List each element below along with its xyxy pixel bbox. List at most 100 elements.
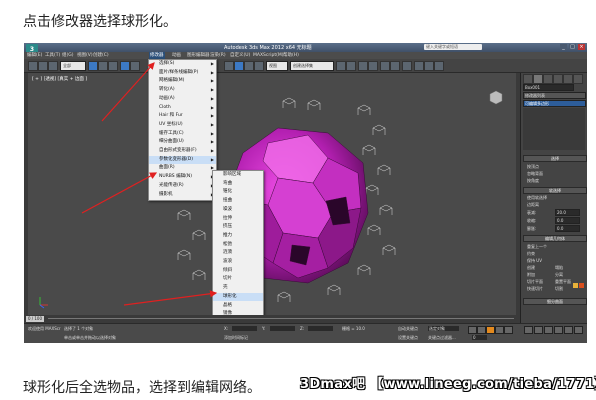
edit-geometry-rollout[interactable]: 编辑几何体 [523,235,587,242]
goto-start-icon[interactable] [468,326,477,334]
move-icon[interactable] [130,61,140,71]
zoom-extents-icon[interactable] [544,326,553,334]
parametric-menu-item[interactable]: 推力 [213,232,263,241]
graphite-icon[interactable] [368,61,378,71]
ignore-backfacing-checkbox[interactable]: 忽略背面 [527,171,543,177]
menu-11[interactable]: 帮助(H) [282,52,300,59]
prev-frame-icon[interactable] [477,326,486,334]
menu-0[interactable]: 编辑(E) [26,52,43,59]
window-crossing-icon[interactable] [120,61,130,71]
by-angle-checkbox[interactable]: 按角度 [527,178,539,184]
orbit-icon[interactable] [574,326,583,334]
key-filters-button[interactable]: 关键点过滤器... [428,335,456,341]
repeat-last-button[interactable]: 重复上一个 [527,244,547,250]
menu-2[interactable]: 组(G) [61,52,75,59]
modifiers-menu-item[interactable]: Cloth ▶ [149,104,216,113]
falloff-spinner[interactable]: 20.0 [555,209,580,216]
menu-4[interactable]: 创建(C) [92,52,110,59]
parametric-menu-item[interactable]: 壳 [213,284,263,293]
parametric-menu-item[interactable]: 倾斜 [213,267,263,276]
named-selection-dropdown[interactable]: 创建选择集 [290,61,334,71]
field-of-view-icon[interactable] [554,326,563,334]
soft-selection-rollout[interactable]: 软选择 [523,187,587,194]
snap-icon[interactable] [244,61,254,71]
parametric-menu-item[interactable]: 涟漪 [213,249,263,258]
align-icon[interactable] [346,61,356,71]
maxscript-listener[interactable]: 欢迎使用 MAXScr [28,326,61,332]
selected-set-dropdown[interactable]: 选定对象 [428,326,459,331]
parametric-menu-item[interactable]: 扭曲 [213,197,263,206]
minimize-button[interactable]: _ [560,44,567,50]
utilities-tab-icon[interactable] [573,74,583,84]
selection-rollout[interactable]: 选择 [523,155,587,162]
modifiers-menu-item[interactable]: 网格编辑(M) ▶ [149,77,216,86]
setkey-button[interactable]: 设置关键点 [398,335,418,341]
play-icon[interactable] [486,326,495,334]
autokey-button[interactable]: 自动关键点 [398,326,418,332]
cut-button[interactable]: 切割 [555,286,563,292]
color-swatch-yellow[interactable] [573,283,578,288]
pinch-spinner[interactable]: 0.0 [555,217,580,224]
parametric-menu-item[interactable]: 拉伸 [213,215,263,224]
menu-10[interactable]: MAXScript(M) [252,52,285,59]
menu-5[interactable]: 修改器 [149,52,165,59]
mirror-icon[interactable] [336,61,346,71]
quickslice-button[interactable]: 快速切片 [527,286,543,292]
modifiers-menu-item[interactable]: 摄影机▶ [149,191,216,200]
view-dropdown[interactable]: 视图 [266,61,288,71]
y-coord-field[interactable] [270,326,295,331]
maximize-button[interactable]: □ [569,44,576,50]
modifiers-menu-item[interactable]: 面片/样条线编辑(P) ▶ [149,69,216,78]
parametric-menu-item[interactable]: 球形化 [213,292,263,302]
menu-8[interactable]: 渲染(R) [209,52,227,59]
modifiers-menu-item[interactable]: 曲面(R) ▶ [149,164,216,173]
scale-icon[interactable] [234,61,244,71]
create-tab-icon[interactable] [523,74,533,84]
modifiers-menu-item[interactable]: NURBS 编辑(N)▶ [149,173,216,182]
rect-select-icon[interactable] [108,61,118,71]
angle-snap-icon[interactable] [254,61,264,71]
parametric-menu-item[interactable]: 松弛 [213,241,263,250]
select-by-name-icon[interactable] [98,61,108,71]
parametric-menu-item[interactable]: 影响区域 [213,171,263,180]
zoom-all-icon[interactable] [534,326,543,334]
zoom-icon[interactable] [524,326,533,334]
attach-button[interactable]: 附加 [527,272,535,278]
modifiers-menu-item[interactable]: 参数化变形器(D) ▶ [149,155,216,165]
render-setup-icon[interactable] [414,61,424,71]
motion-tab-icon[interactable] [553,74,563,84]
hierarchy-tab-icon[interactable] [543,74,553,84]
modifiers-menu-item[interactable]: 细分曲面(U) ▶ [149,138,216,147]
menu-3[interactable]: 视图(V) [76,52,94,59]
modifier-stack-item[interactable]: 可编辑多边形 [523,100,586,107]
modifiers-menu-item[interactable]: 自由形式变形器(F) ▶ [149,147,216,156]
subdivision-surface-rollout[interactable]: 细分曲面 [523,298,587,305]
parametric-menu-item[interactable]: 波浪 [213,258,263,267]
schematic-icon[interactable] [390,61,400,71]
modifiers-menu-item[interactable]: 转化(A) ▶ [149,86,216,95]
viewport-label[interactable]: [ + ] [透视] [真实 + 边面 ] [32,76,87,82]
parametric-menu-item[interactable]: 噪波 [213,206,263,215]
modifier-list-dropdown[interactable]: 修改器列表 [523,92,586,99]
bubble-spinner[interactable]: 0.0 [555,225,580,232]
add-time-tag-button[interactable]: 添加时间标记 [224,335,248,341]
undo-icon[interactable] [28,61,38,71]
parametric-menu-item[interactable]: 锥化 [213,188,263,197]
menu-7[interactable]: 图形编辑器 [186,52,211,59]
selection-filter-dropdown[interactable]: 全部 [60,61,86,71]
modifiers-menu-item[interactable]: 选择(S) ▶ [149,60,216,69]
redo-icon[interactable] [38,61,48,71]
next-frame-icon[interactable] [495,326,504,334]
select-object-icon[interactable] [88,61,98,71]
render-frame-icon[interactable] [424,61,434,71]
modify-tab-icon[interactable] [533,74,543,84]
modifiers-menu-item[interactable]: 缓存工具(C) ▶ [149,130,216,139]
modifiers-menu-item[interactable]: 动画(A) ▶ [149,95,216,104]
color-swatch-orange[interactable] [579,283,584,288]
by-vertex-checkbox[interactable]: 按顶点 [527,164,539,170]
slice-plane-button[interactable]: 切片平面 [527,279,543,285]
close-button[interactable]: × [578,44,585,50]
modifiers-menu-item[interactable]: 光能传递(R)▶ [149,182,216,191]
object-name-field[interactable]: Box001 [523,84,574,91]
parametric-menu-item[interactable]: 切片 [213,275,263,284]
